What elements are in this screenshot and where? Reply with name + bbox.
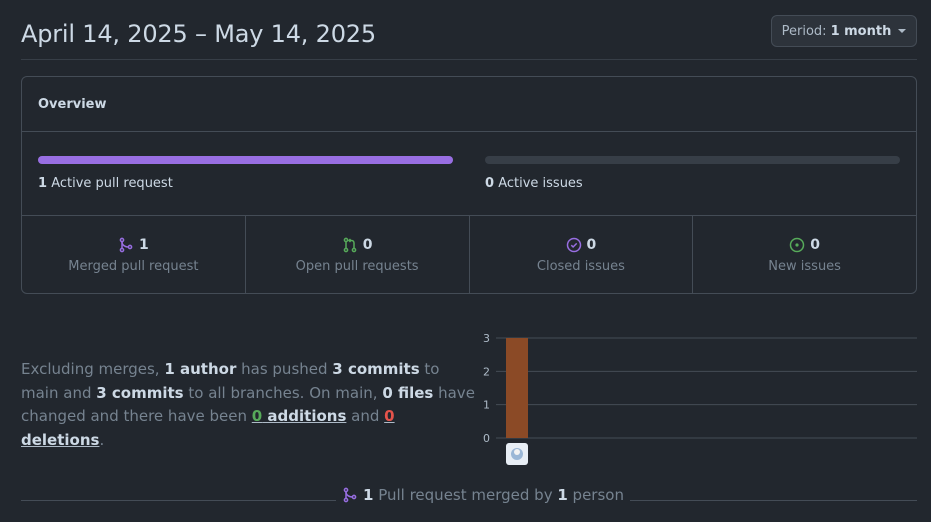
footer-text-1: Pull request merged by [373,486,558,504]
merged-pull-requests-count: 1 [139,237,149,253]
additions-link[interactable]: 0 additions [252,407,347,425]
additions-count: 0 [251,407,263,425]
overview-panel: Overview 1 Active pull request 0 Active … [21,76,917,294]
active-issues-link[interactable]: 0 Active issues [485,176,583,191]
open-pull-requests-label: Open pull requests [295,259,419,274]
activity-bars: 1 Active pull request 0 Active issues [22,132,916,216]
new-issue-icon [789,237,805,253]
date-range-title: April 14, 2025 – May 14, 2025 [21,20,376,48]
summary-authors: 1 author [164,360,237,378]
merged-pull-requests-label: Merged pull request [68,259,199,274]
closed-issues-label: Closed issues [536,259,625,274]
merged-pull-requests-stat[interactable]: 1 Merged pull request [22,216,246,293]
commits-chart-svg: 0 1 2 3 [483,332,917,465]
new-issues-stat[interactable]: 0 New issues [693,216,916,293]
commit-bar[interactable] [506,338,528,438]
merged-summary-footer: 1 Pull request merged by 1 person [336,486,630,504]
y-tick-label: 3 [483,332,490,345]
active-issues-count: 0 [485,176,495,191]
overview-title: Overview [22,77,916,132]
new-issues-label: New issues [768,259,841,274]
summary-text-4: to all branches. On main, [183,383,383,402]
summary-commits-all: 3 commits [96,383,184,402]
closed-issues-stat[interactable]: 0 Closed issues [470,216,694,293]
deletions-count: 0 [384,407,395,425]
summary-commits-main: 3 commits [332,360,420,378]
additions-word: additions [262,407,347,425]
pull-requests-progress-fill [38,156,453,164]
commits-chart: 0 1 2 3 [476,328,917,468]
stats-row: 1 Merged pull request 0 Open pull reques… [22,216,916,293]
open-pull-request-icon [342,237,358,253]
author-avatar[interactable] [506,443,528,465]
summary-text-1: Excluding merges, [21,360,165,378]
deletions-word: deletions [21,430,100,449]
pull-requests-progress-bar [38,156,453,164]
issues-progress-bar [485,156,900,164]
footer-text-2: person [567,486,624,504]
active-pull-requests-count: 1 [38,176,48,191]
period-dropdown-button[interactable]: Period: 1 month [771,15,917,47]
summary-text-6: and [346,407,385,425]
open-pull-requests-count: 0 [362,237,373,253]
y-tick-label: 0 [483,432,490,445]
new-issues-count: 0 [810,237,820,253]
active-pull-requests-label: Active pull request [51,176,173,191]
active-issues-label: Active issues [498,176,583,191]
summary-files: 0 files [382,383,434,402]
y-tick-label: 1 [483,399,490,412]
commit-summary: Excluding merges, 1 author has pushed 3 … [21,358,476,452]
header-divider [21,59,917,60]
summary-text-2: has pushed [236,360,333,378]
y-tick-label: 2 [483,365,490,378]
closed-issues-count: 0 [586,237,597,253]
merged-pull-request-icon [118,237,134,253]
merged-pull-request-icon [342,487,358,503]
footer-people-count: 1 [557,486,568,504]
caret-down-icon [898,29,907,33]
period-value: 1 month [830,23,892,39]
summary-text-7: . [99,430,105,449]
open-pull-requests-stat[interactable]: 0 Open pull requests [246,216,470,293]
active-pull-requests-link[interactable]: 1 Active pull request [38,176,173,191]
period-prefix: Period: [781,23,827,39]
footer-merged-count: 1 [363,486,374,504]
closed-issue-icon [566,237,582,253]
